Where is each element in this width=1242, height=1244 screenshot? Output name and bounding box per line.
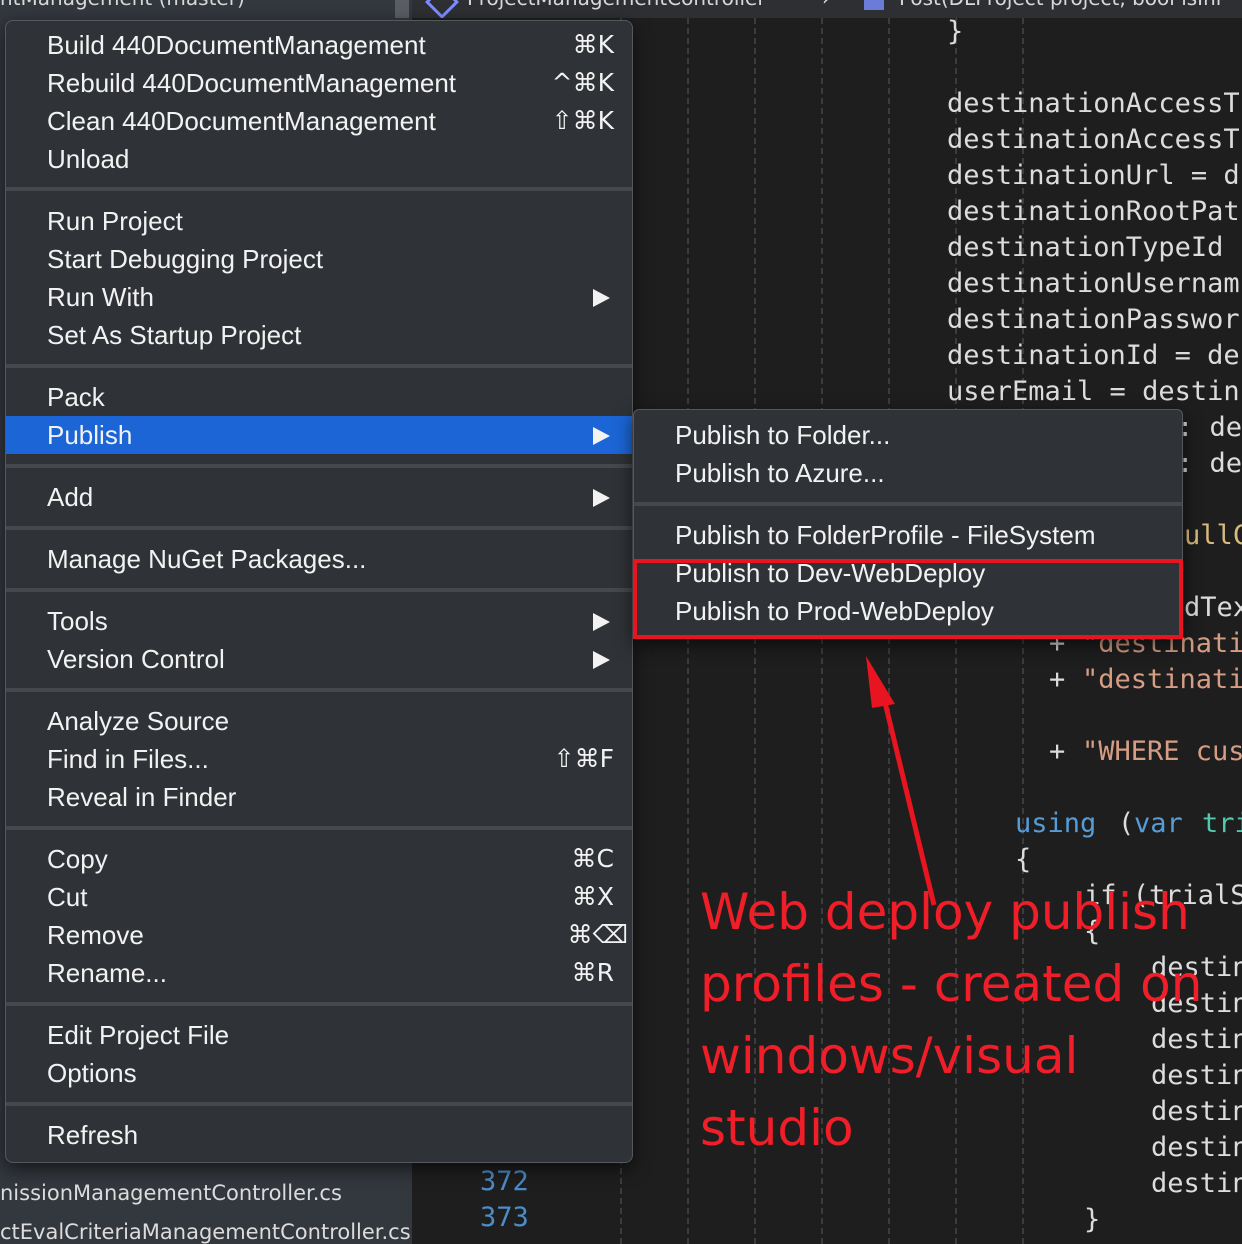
annotation-text: Web deploy publish profiles - created on… xyxy=(700,883,1203,1157)
